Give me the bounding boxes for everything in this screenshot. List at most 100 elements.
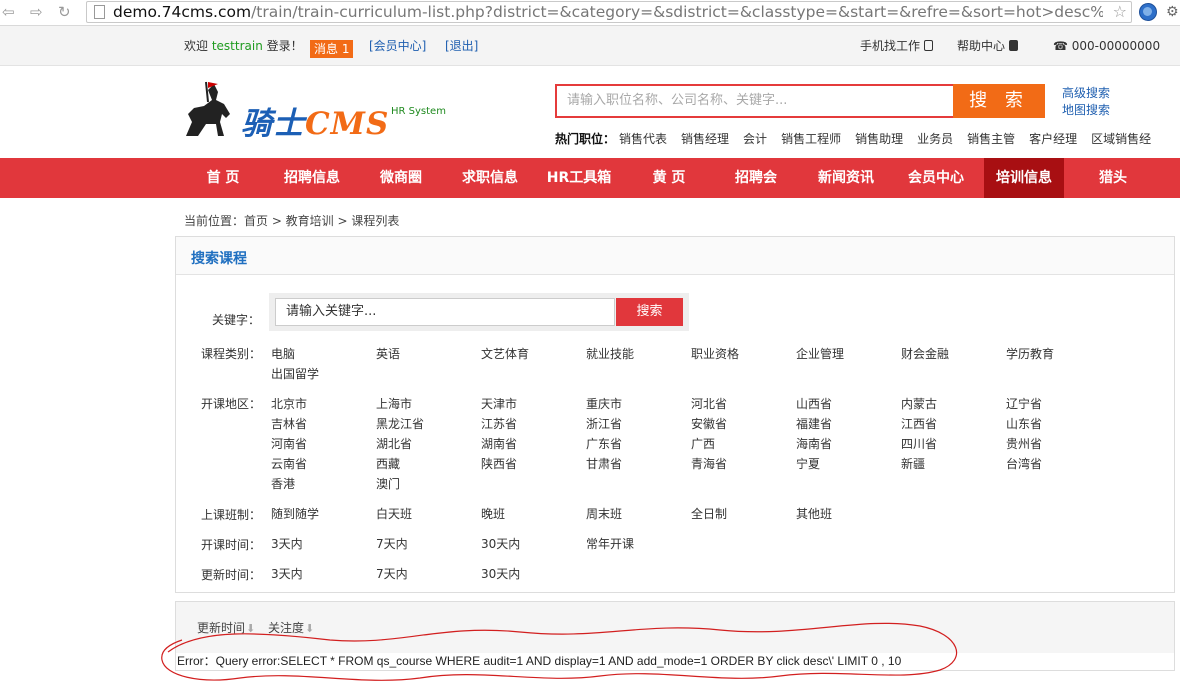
wrench-icon[interactable]: ⚙ xyxy=(1166,4,1180,20)
refresh-time-option[interactable]: 7天内 xyxy=(376,565,408,582)
classtype-option[interactable]: 其他班 xyxy=(796,505,832,522)
region-option[interactable]: 广西 xyxy=(691,435,715,452)
region-option[interactable]: 湖南省 xyxy=(481,435,517,452)
back-icon[interactable]: ⇦ xyxy=(2,2,15,22)
map-search-link[interactable]: 地图搜索 xyxy=(1062,102,1110,119)
start-time-option[interactable]: 常年开课 xyxy=(586,535,634,552)
hot-job-link[interactable]: 销售主管 xyxy=(967,132,1015,146)
region-option[interactable]: 云南省 xyxy=(271,455,307,472)
region-option[interactable]: 四川省 xyxy=(901,435,937,452)
nav-jobs[interactable]: 招聘信息 xyxy=(274,158,350,198)
region-option[interactable]: 浙江省 xyxy=(586,415,622,432)
region-option[interactable]: 陕西省 xyxy=(481,455,517,472)
region-option[interactable]: 海南省 xyxy=(796,435,832,452)
classtype-option[interactable]: 白天班 xyxy=(376,505,412,522)
job-search-input[interactable]: 请输入职位名称、公司名称、关键字... xyxy=(567,86,947,116)
bookmark-star-icon[interactable]: ☆ xyxy=(1113,2,1127,22)
region-option[interactable]: 湖北省 xyxy=(376,435,412,452)
region-option[interactable]: 台湾省 xyxy=(1006,455,1042,472)
category-option[interactable]: 财会金融 xyxy=(901,345,949,362)
advanced-search-link[interactable]: 高级搜索 xyxy=(1062,85,1110,102)
hot-job-link[interactable]: 业务员 xyxy=(917,132,953,146)
region-option[interactable]: 黑龙江省 xyxy=(376,415,424,432)
region-option[interactable]: 贵州省 xyxy=(1006,435,1042,452)
category-option[interactable]: 文艺体育 xyxy=(481,345,529,362)
region-option[interactable]: 新疆 xyxy=(901,455,925,472)
region-option[interactable]: 安徽省 xyxy=(691,415,727,432)
region-option[interactable]: 山西省 xyxy=(796,395,832,412)
classtype-option[interactable]: 周末班 xyxy=(586,505,622,522)
logout-link[interactable]: [退出] xyxy=(445,39,478,53)
help-center-link[interactable]: 帮助中心 xyxy=(957,39,1019,53)
nav-micro-circle[interactable]: 微商圈 xyxy=(366,158,436,198)
nav-resumes[interactable]: 求职信息 xyxy=(452,158,528,198)
keyword-search-button[interactable]: 搜索 xyxy=(616,298,683,326)
region-option[interactable]: 宁夏 xyxy=(796,455,820,472)
refresh-time-option[interactable]: 30天内 xyxy=(481,565,520,582)
hot-job-link[interactable]: 销售助理 xyxy=(855,132,903,146)
region-option[interactable]: 天津市 xyxy=(481,395,517,412)
region-option[interactable]: 上海市 xyxy=(376,395,412,412)
nav-member-center[interactable]: 会员中心 xyxy=(898,158,974,198)
hot-job-link[interactable]: 区域销售经 xyxy=(1091,132,1151,146)
globe-icon[interactable] xyxy=(1139,3,1157,21)
region-option[interactable]: 河南省 xyxy=(271,435,307,452)
region-option[interactable]: 江苏省 xyxy=(481,415,517,432)
nav-training[interactable]: 培训信息 xyxy=(984,158,1064,198)
region-option[interactable]: 山东省 xyxy=(1006,415,1042,432)
region-option[interactable]: 辽宁省 xyxy=(1006,395,1042,412)
region-option[interactable]: 河北省 xyxy=(691,395,727,412)
nav-headhunter[interactable]: 猎头 xyxy=(1080,158,1146,198)
hot-job-link[interactable]: 会计 xyxy=(743,132,767,146)
nav-hr-toolbox[interactable]: HR工具箱 xyxy=(540,158,618,198)
category-option[interactable]: 英语 xyxy=(376,345,400,362)
url-text[interactable]: demo.74cms.com/train/train-curriculum-li… xyxy=(113,2,1103,22)
header-search-button[interactable]: 搜 索 xyxy=(953,84,1045,118)
hot-job-link[interactable]: 销售经理 xyxy=(681,132,729,146)
region-option[interactable]: 青海省 xyxy=(691,455,727,472)
start-time-option[interactable]: 7天内 xyxy=(376,535,408,552)
start-time-option[interactable]: 30天内 xyxy=(481,535,520,552)
region-option[interactable]: 北京市 xyxy=(271,395,307,412)
messages-badge[interactable]: 消息 1 xyxy=(310,40,354,58)
classtype-option[interactable]: 全日制 xyxy=(691,505,727,522)
region-option[interactable]: 吉林省 xyxy=(271,415,307,432)
hot-job-link[interactable]: 销售代表 xyxy=(619,132,667,146)
forward-icon[interactable]: ⇨ xyxy=(30,2,43,22)
region-option[interactable]: 西藏 xyxy=(376,455,400,472)
mobile-jobs-link[interactable]: 手机找工作 xyxy=(860,39,934,53)
nav-home[interactable]: 首 页 xyxy=(188,158,258,198)
hot-job-link[interactable]: 客户经理 xyxy=(1029,132,1077,146)
region-option[interactable]: 重庆市 xyxy=(586,395,622,412)
category-label: 课程类别： xyxy=(201,347,262,361)
classtype-option[interactable]: 晚班 xyxy=(481,505,505,522)
sort-by-attention[interactable]: 关注度⬇ xyxy=(268,619,314,636)
keyword-input[interactable]: 请输入关键字... xyxy=(275,298,615,326)
classtype-option[interactable]: 随到随学 xyxy=(271,505,319,522)
category-option[interactable]: 职业资格 xyxy=(691,345,739,362)
nav-news[interactable]: 新闻资讯 xyxy=(808,158,884,198)
region-option[interactable]: 内蒙古 xyxy=(901,395,937,412)
address-bar[interactable]: demo.74cms.com/train/train-curriculum-li… xyxy=(86,1,1132,23)
region-option[interactable]: 澳门 xyxy=(376,475,400,492)
region-option[interactable]: 广东省 xyxy=(586,435,622,452)
start-time-option[interactable]: 3天内 xyxy=(271,535,303,552)
nav-yellow-pages[interactable]: 黄 页 xyxy=(634,158,704,198)
site-logo[interactable]: 骑士CMS HR System xyxy=(178,76,468,148)
nav-job-fair[interactable]: 招聘会 xyxy=(720,158,792,198)
region-option[interactable]: 福建省 xyxy=(796,415,832,432)
username-link[interactable]: testtrain xyxy=(212,39,263,53)
refresh-time-option[interactable]: 3天内 xyxy=(271,565,303,582)
sort-by-update[interactable]: 更新时间⬇ xyxy=(197,619,255,636)
member-center-link[interactable]: [会员中心] xyxy=(369,39,426,53)
category-option[interactable]: 学历教育 xyxy=(1006,345,1054,362)
category-option[interactable]: 就业技能 xyxy=(586,345,634,362)
hot-job-link[interactable]: 销售工程师 xyxy=(781,132,841,146)
region-option[interactable]: 江西省 xyxy=(901,415,937,432)
region-option[interactable]: 香港 xyxy=(271,475,295,492)
category-option[interactable]: 企业管理 xyxy=(796,345,844,362)
region-option[interactable]: 甘肃省 xyxy=(586,455,622,472)
category-option[interactable]: 出国留学 xyxy=(271,365,319,382)
reload-icon[interactable]: ↻ xyxy=(58,2,71,22)
category-option[interactable]: 电脑 xyxy=(271,345,295,362)
